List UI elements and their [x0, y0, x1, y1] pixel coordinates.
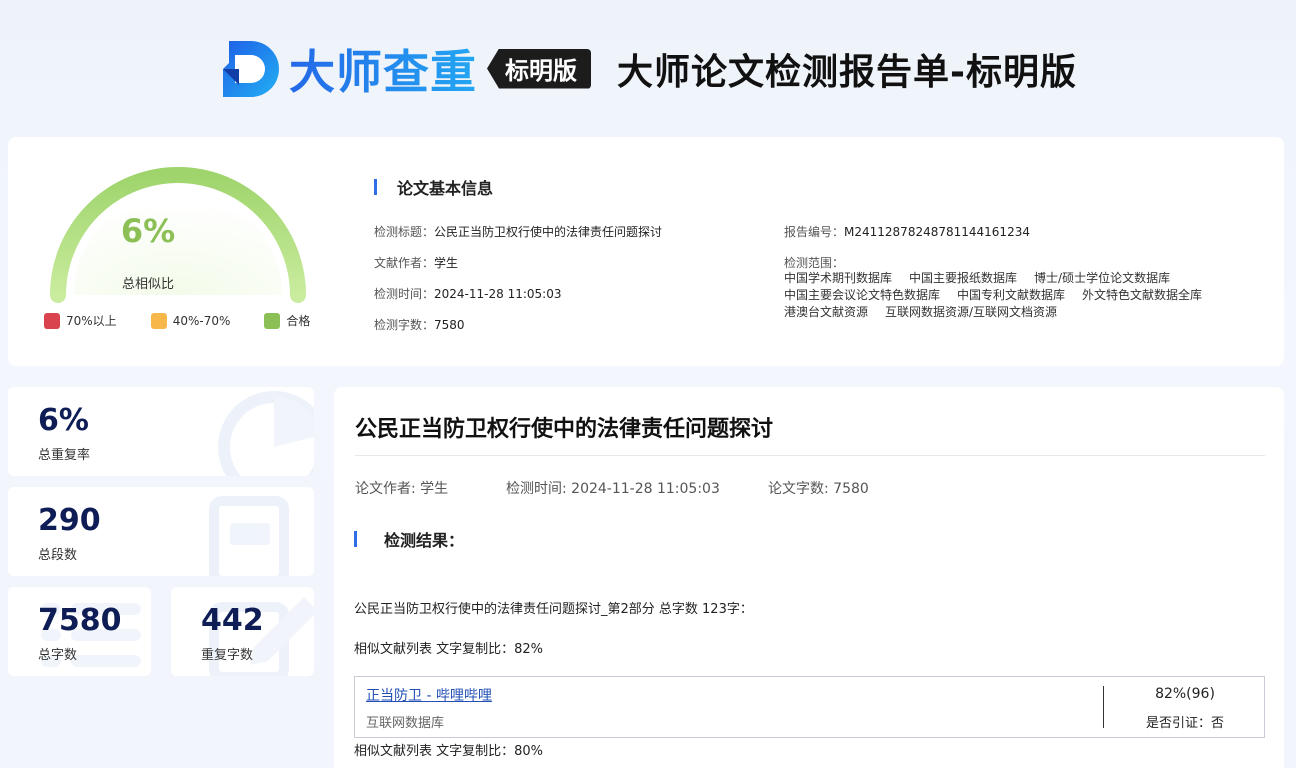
database-list: 中国学术期刊数据库 中国主要报纸数据库 博士/硕士学位论文数据库 中国主要会议论文特… — [784, 270, 1244, 321]
meta-author: 论文作者: 学生 — [355, 481, 449, 497]
similar-list-header-2: 相似文献列表 文字复制比：80% — [354, 744, 544, 759]
pie-chart-icon — [218, 391, 314, 476]
report-title: 大师论文检测报告单-标明版 — [617, 51, 1077, 93]
basic-info-heading: 论文基本信息 — [374, 175, 493, 199]
basic-info-heading-text: 论文基本信息 — [397, 179, 494, 198]
database-item: 中国专利文献数据库 — [957, 288, 1066, 302]
similar-document-link[interactable]: 正当防卫 - 哔哩哔哩 — [366, 685, 492, 705]
column-separator — [1103, 686, 1104, 728]
database-item: 互联网数据资源/互联网文档资源 — [885, 305, 1058, 319]
detail-card: 公民正当防卫权行使中的法律责任问题探讨 论文作者: 学生 检测时间: 2024-… — [334, 387, 1284, 768]
info-report-no-row: 报告编号：M24112878248781144161234 — [784, 223, 1030, 240]
result-heading: 检测结果： — [354, 527, 464, 551]
similar-list-header: 相似文献列表 文字复制比：82% — [354, 642, 544, 657]
stat-card-paragraphs: 290 总段数 — [8, 487, 314, 576]
info-author-row: 文献作者：学生 — [374, 254, 458, 271]
legend-swatch-medium — [150, 312, 167, 329]
heading-accent-bar — [374, 179, 377, 195]
stat-paragraphs-value: 290 — [38, 503, 101, 538]
similar-document-cited: 是否引证：否 — [1145, 716, 1224, 731]
info-time-label: 检测时间： — [374, 287, 435, 301]
stat-card-repeat-words: 442 重复字数 — [171, 587, 314, 676]
info-time-row: 检测时间：2024-11-28 11:05:03 — [374, 285, 561, 302]
meta-time: 检测时间: 2024-11-28 11:05:03 — [506, 481, 720, 497]
stat-total-words-label: 总字数 — [38, 648, 78, 663]
info-words-label: 检测字数： — [374, 318, 435, 332]
stat-repeat-words-label: 重复字数 — [201, 648, 254, 663]
heading-accent-bar — [354, 531, 357, 547]
info-author-label: 文献作者： — [374, 256, 435, 270]
info-words-value: 7580 — [434, 318, 465, 332]
legend-item-medium: 40%-70% — [150, 312, 231, 329]
similar-document-percent: 82%(96) — [1155, 686, 1215, 702]
info-report-no-label: 报告编号： — [784, 225, 845, 239]
report-header: 大师查重 标明版 大师论文检测报告单-标明版 — [0, 0, 1296, 137]
database-item: 博士/硕士学位论文数据库 — [1034, 271, 1171, 285]
section-summary: 公民正当防卫权行使中的法律责任问题探讨_第2部分 总字数 123字： — [354, 602, 753, 617]
gauge-legend: 70%以上 40%-70% 合格 — [44, 312, 344, 329]
document-icon — [209, 496, 289, 576]
edition-badge: 标明版 — [487, 48, 592, 89]
info-title-value: 公民正当防卫权行使中的法律责任问题探讨 — [434, 225, 663, 239]
stat-repeat-words-value: 442 — [201, 603, 264, 638]
info-time-value: 2024-11-28 11:05:03 — [434, 287, 562, 301]
legend-swatch-high — [44, 312, 60, 329]
result-heading-text: 检测结果： — [384, 531, 465, 550]
summary-card: 6% 总相似比 70%以上 40%-70% 合格 论文基本信息 检测标题：公民正… — [8, 137, 1284, 366]
legend-label-medium: 40%-70% — [172, 313, 231, 328]
info-report-no-value: M24112878248781144161234 — [844, 225, 1030, 239]
similar-document-item: 正当防卫 - 哔哩哔哩 互联网数据库 82%(96) 是否引证：否 — [354, 676, 1265, 738]
stat-card-repeat-rate: 6% 总重复率 — [8, 387, 314, 476]
stat-total-words-value: 7580 — [38, 603, 122, 638]
database-item: 中国主要报纸数据库 — [909, 271, 1018, 285]
legend-label-high: 70%以上 — [66, 314, 117, 328]
gauge-label: 总相似比 — [121, 277, 174, 292]
similar-document-source: 互联网数据库 — [366, 716, 445, 731]
stat-card-total-words: 7580 总字数 — [8, 587, 151, 676]
gauge-percent: 6% — [120, 212, 176, 250]
legend-swatch-pass — [264, 312, 281, 329]
stat-repeat-rate-value: 6% — [38, 403, 89, 438]
info-title-row: 检测标题：公民正当防卫权行使中的法律责任问题探讨 — [374, 223, 662, 240]
meta-words: 论文字数: 7580 — [768, 481, 869, 497]
legend-label-pass: 合格 — [286, 314, 311, 328]
document-title: 公民正当防卫权行使中的法律责任问题探讨 — [355, 417, 774, 442]
stat-paragraphs-label: 总段数 — [38, 548, 78, 563]
database-item: 港澳台文献资源 — [784, 305, 869, 319]
brand-name: 大师查重 — [289, 36, 477, 102]
legend-item-pass: 合格 — [264, 312, 310, 329]
stat-repeat-rate-label: 总重复率 — [38, 448, 91, 463]
info-author-value: 学生 — [434, 256, 459, 270]
database-item: 外文特色文献数据全库 — [1082, 288, 1203, 302]
info-title-label: 检测标题： — [374, 225, 435, 239]
database-item: 中国学术期刊数据库 — [784, 271, 893, 285]
brand-logo-icon — [223, 40, 280, 97]
brand: 大师查重 标明版 — [219, 36, 592, 102]
legend-item-high: 70%以上 — [44, 312, 117, 329]
database-item: 中国主要会议论文特色数据库 — [784, 288, 941, 302]
title-divider — [355, 455, 1265, 456]
info-words-row: 检测字数：7580 — [374, 316, 465, 333]
info-scope-label: 检测范围： — [784, 256, 845, 270]
